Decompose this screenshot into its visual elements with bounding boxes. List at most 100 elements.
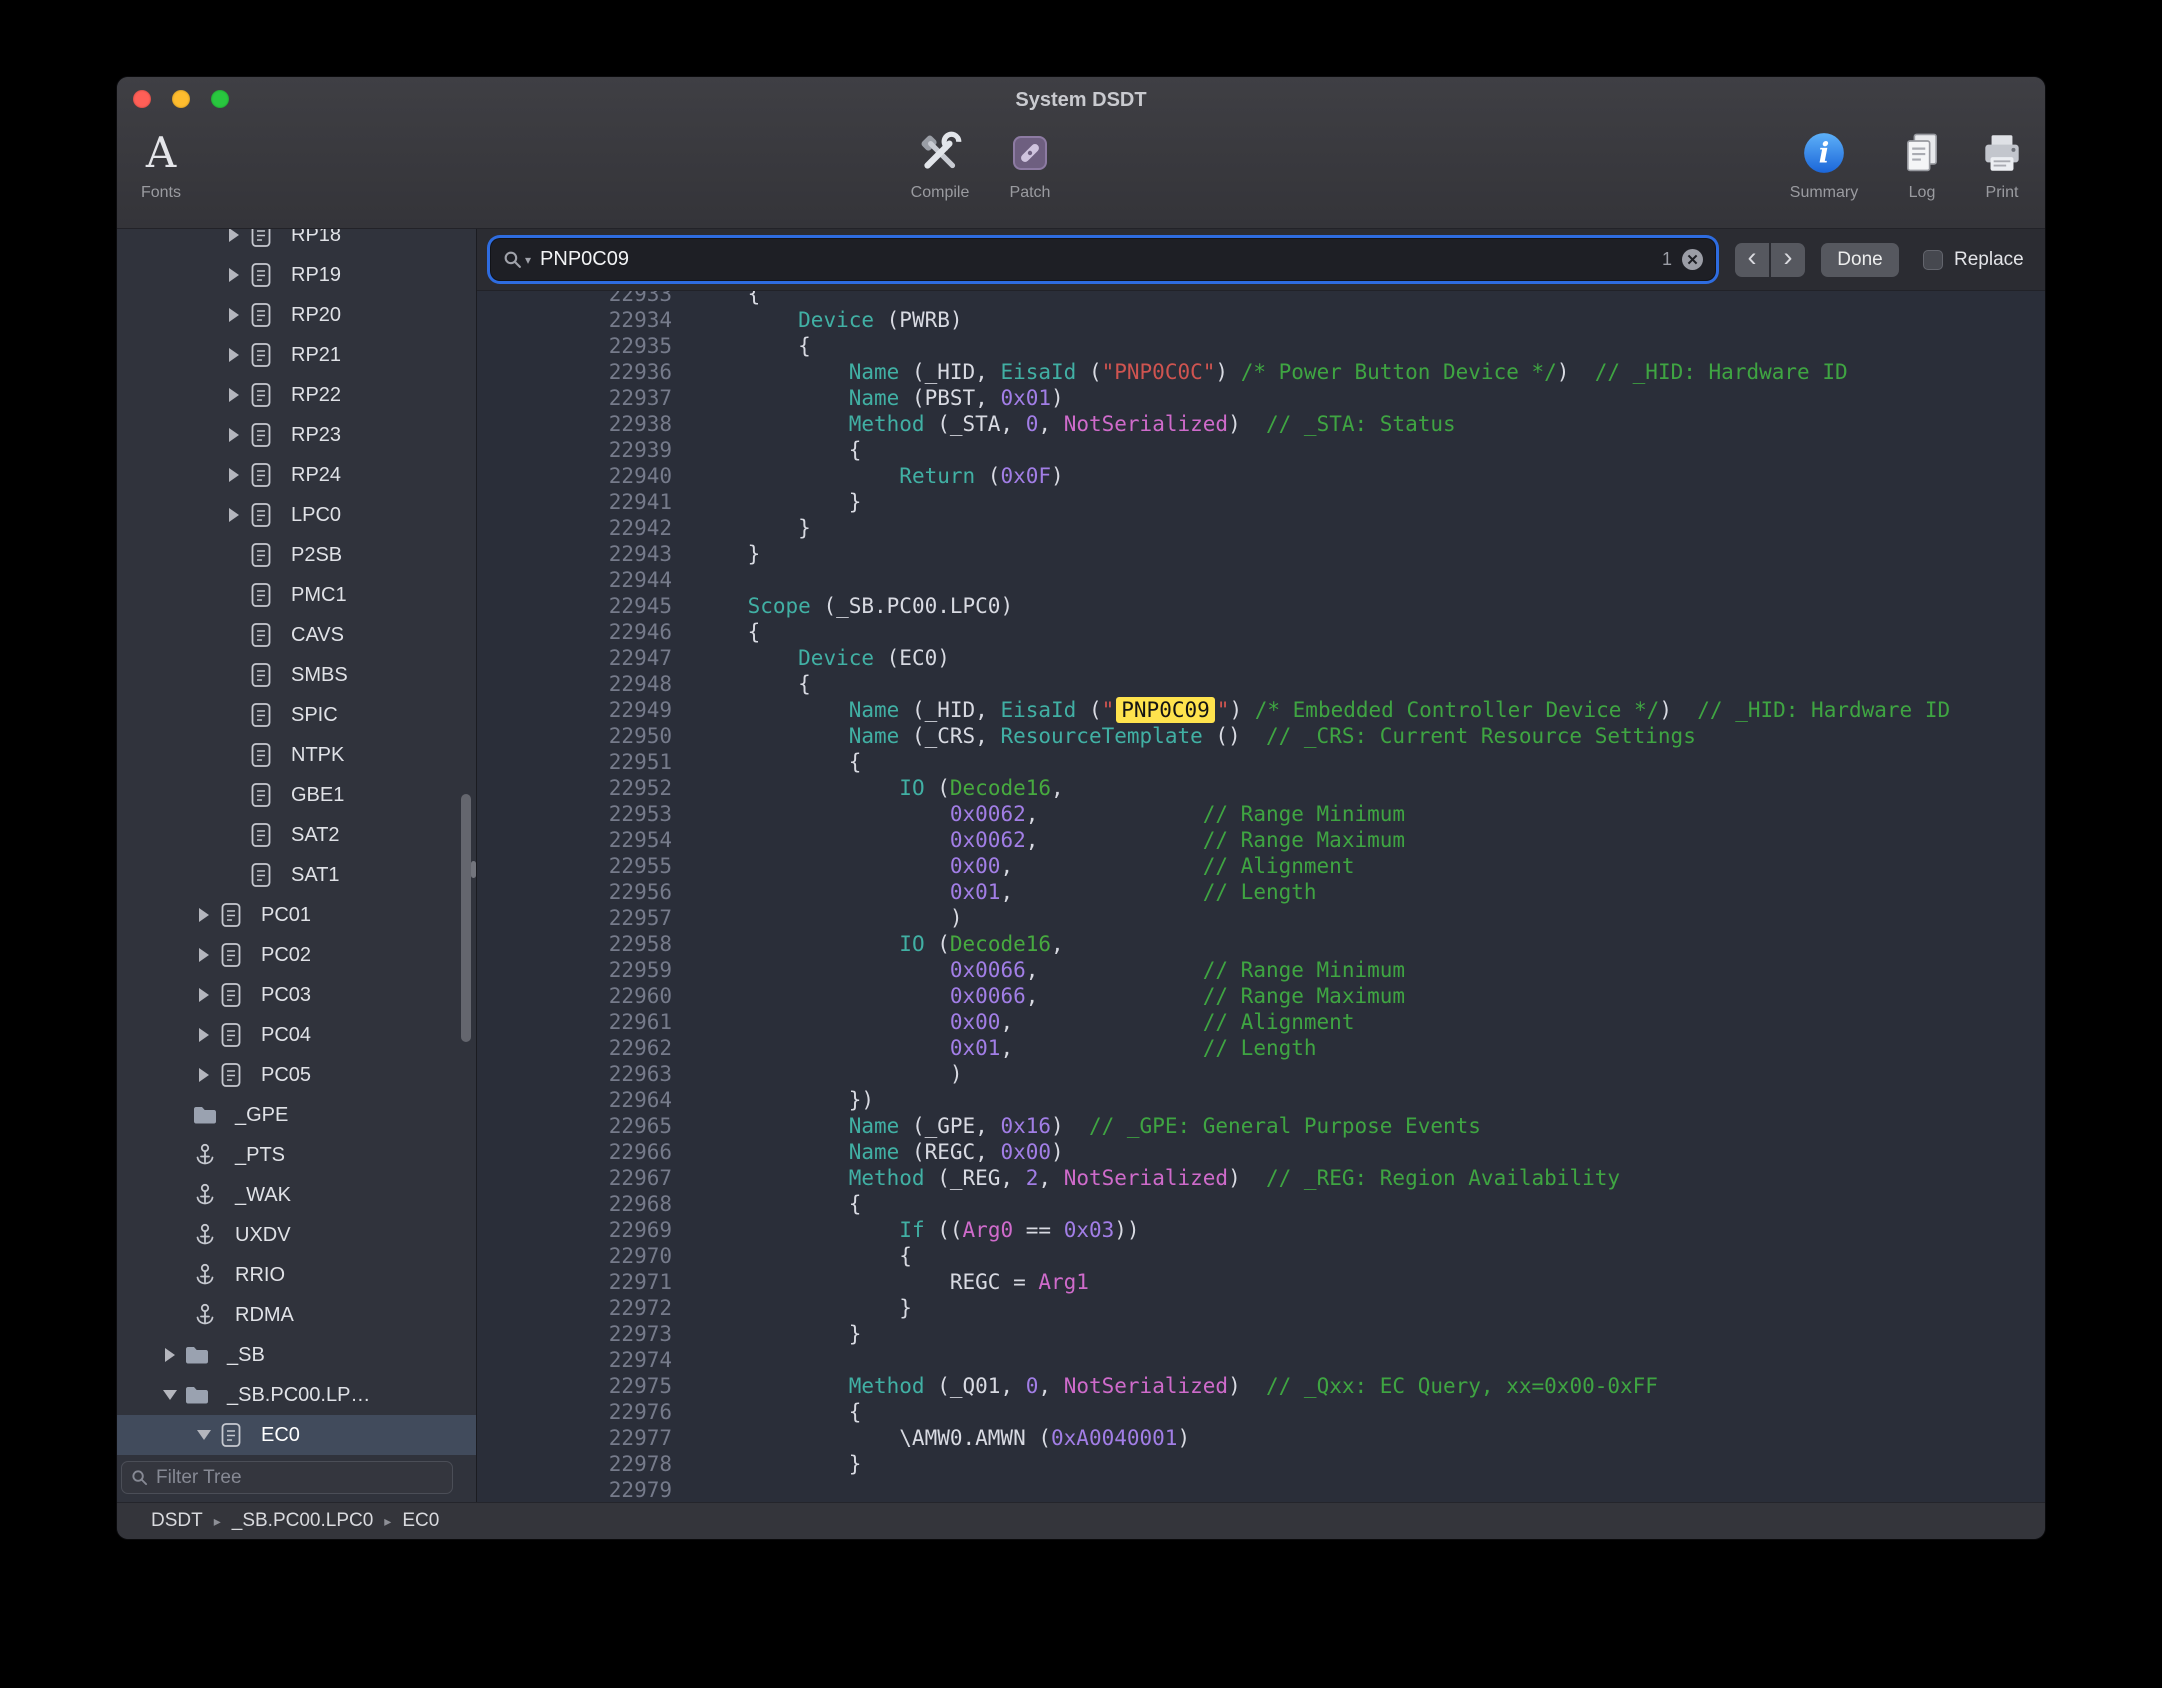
sidebar-item-pc03[interactable]: PC03 <box>117 975 476 1015</box>
replace-checkbox[interactable] <box>1923 250 1943 270</box>
method-icon <box>191 1141 219 1169</box>
sidebar-item-label: SAT1 <box>291 864 340 887</box>
disclosure-right-icon[interactable] <box>221 268 247 282</box>
code-line: 22936 Name (_HID, EisaId ("PNP0C0C") /* … <box>477 359 2045 385</box>
sidebar-item--wak[interactable]: _WAK <box>117 1175 476 1215</box>
sidebar-item-pc04[interactable]: PC04 <box>117 1015 476 1055</box>
sidebar-item-smbs[interactable]: SMBS <box>117 655 476 695</box>
sidebar-item-rp19[interactable]: RP19 <box>117 255 476 295</box>
sidebar-item-sat2[interactable]: SAT2 <box>117 815 476 855</box>
disclosure-down-icon[interactable] <box>157 1390 183 1400</box>
print-button[interactable]: Print <box>1960 123 2044 202</box>
match-count: 1 <box>1662 249 1672 270</box>
disclosure-right-icon[interactable] <box>157 1348 183 1362</box>
sidebar-item-spic[interactable]: SPIC <box>117 695 476 735</box>
sidebar-item-rp18[interactable]: RP18 <box>117 229 476 255</box>
sidebar-item-cavs[interactable]: CAVS <box>117 615 476 655</box>
sidebar-item-label: RRIO <box>235 1264 285 1287</box>
sidebar-item--gpe[interactable]: _GPE <box>117 1095 476 1135</box>
disclosure-right-icon[interactable] <box>221 468 247 482</box>
navigator-sidebar: RP18RP19RP20RP21RP22RP23RP24LPC0P2SBPMC1… <box>117 229 477 1504</box>
line-number: 22956 <box>477 880 672 904</box>
sidebar-item-ec0[interactable]: EC0 <box>117 1415 476 1455</box>
code-line-content: 0x0066, // Range Minimum <box>672 958 1405 982</box>
previous-match-button[interactable]: ‹ <box>1735 243 1769 277</box>
code-line-content: 0x01, // Length <box>672 1036 1317 1060</box>
clear-search-icon[interactable]: ✕ <box>1682 249 1703 270</box>
compile-button[interactable]: Compile <box>880 123 1000 202</box>
sidebar-item-rp21[interactable]: RP21 <box>117 335 476 375</box>
disclosure-right-icon[interactable] <box>221 229 247 242</box>
code-line-content: Name (_GPE, 0x16) // _GPE: General Purpo… <box>672 1114 1481 1138</box>
line-number: 22960 <box>477 984 672 1008</box>
code-line-content: Name (REGC, 0x00) <box>672 1140 1064 1164</box>
disclosure-right-icon[interactable] <box>221 428 247 442</box>
code-line-content: ) <box>672 906 963 930</box>
disclosure-right-icon[interactable] <box>191 948 217 962</box>
breadcrumb-item-dsdt[interactable]: DSDT <box>151 1510 203 1532</box>
sidebar-item-ntpk[interactable]: NTPK <box>117 735 476 775</box>
code-line: 22964 }) <box>477 1087 2045 1113</box>
sidebar-item-rp22[interactable]: RP22 <box>117 375 476 415</box>
sidebar-item-rp23[interactable]: RP23 <box>117 415 476 455</box>
sidebar-item-p2sb[interactable]: P2SB <box>117 535 476 575</box>
code-line-content: Name (_HID, EisaId ("PNP0C0C") /* Power … <box>672 360 1848 384</box>
sidebar-item-pc02[interactable]: PC02 <box>117 935 476 975</box>
disclosure-right-icon[interactable] <box>191 1068 217 1082</box>
sidebar-item-uxdv[interactable]: UXDV <box>117 1215 476 1255</box>
code-line-content: If ((Arg0 == 0x03)) <box>672 1218 1140 1242</box>
sidebar-item-rrio[interactable]: RRIO <box>117 1255 476 1295</box>
log-button[interactable]: Log <box>1880 123 1964 202</box>
code-line-content: IO (Decode16, <box>672 932 1064 956</box>
code-line-content: REGC = Arg1 <box>672 1270 1089 1294</box>
sidebar-item--pts[interactable]: _PTS <box>117 1135 476 1175</box>
patch-button[interactable]: Patch <box>985 123 1075 202</box>
sidebar-item-pc01[interactable]: PC01 <box>117 895 476 935</box>
sidebar-item-rp24[interactable]: RP24 <box>117 455 476 495</box>
summary-button[interactable]: i Summary <box>1774 123 1874 202</box>
search-scope-chevron-icon[interactable]: ▾ <box>525 253 531 267</box>
breadcrumb-item--sb-pc00-lpc0[interactable]: _SB.PC00.LPC0 <box>232 1510 374 1532</box>
doc-icon <box>217 1021 245 1049</box>
next-match-button[interactable]: › <box>1771 243 1805 277</box>
code-line: 22957 ) <box>477 905 2045 931</box>
sidebar-item-label: _WAK <box>235 1184 291 1207</box>
code-editor[interactable]: 22933 {22934 Device (PWRB)22935 {22936 N… <box>477 291 2045 1504</box>
sidebar-item--sb-pc00-lp-[interactable]: _SB.PC00.LP… <box>117 1375 476 1415</box>
line-number: 22943 <box>477 542 672 566</box>
disclosure-right-icon[interactable] <box>191 1028 217 1042</box>
disclosure-right-icon[interactable] <box>221 308 247 322</box>
line-number: 22944 <box>477 568 672 592</box>
code-line-content: Name (PBST, 0x01) <box>672 386 1064 410</box>
search-input[interactable]: ▾ PNP0C09 1 ✕ <box>491 239 1715 280</box>
disclosure-right-icon[interactable] <box>221 508 247 522</box>
code-line: 22977 \AMW0.AMWN (0xA0040001) <box>477 1425 2045 1451</box>
disclosure-right-icon[interactable] <box>191 908 217 922</box>
disclosure-down-icon[interactable] <box>191 1430 217 1440</box>
sidebar-item-lpc0[interactable]: LPC0 <box>117 495 476 535</box>
disclosure-right-icon[interactable] <box>221 348 247 362</box>
code-line: 22979 <box>477 1477 2045 1503</box>
pane-splitter-handle[interactable] <box>471 861 476 878</box>
sidebar-item--sb[interactable]: _SB <box>117 1335 476 1375</box>
sidebar-item-gbe1[interactable]: GBE1 <box>117 775 476 815</box>
filter-tree-field[interactable]: Filter Tree <box>121 1461 453 1494</box>
filter-placeholder: Filter Tree <box>156 1467 242 1489</box>
replace-toggle[interactable]: Replace <box>1923 249 2024 271</box>
breadcrumb-item-ec0[interactable]: EC0 <box>402 1510 439 1532</box>
sidebar-item-pmc1[interactable]: PMC1 <box>117 575 476 615</box>
line-number: 22953 <box>477 802 672 826</box>
sidebar-item-pc05[interactable]: PC05 <box>117 1055 476 1095</box>
disclosure-right-icon[interactable] <box>221 388 247 402</box>
code-line: 22938 Method (_STA, 0, NotSerialized) //… <box>477 411 2045 437</box>
sidebar-item-sat1[interactable]: SAT1 <box>117 855 476 895</box>
code-line: 22969 If ((Arg0 == 0x03)) <box>477 1217 2045 1243</box>
sidebar-item-rdma[interactable]: RDMA <box>117 1295 476 1335</box>
sidebar-item-label: _SB <box>227 1344 265 1367</box>
fonts-button[interactable]: A Fonts <box>121 123 201 202</box>
sidebar-item-rp20[interactable]: RP20 <box>117 295 476 335</box>
disclosure-right-icon[interactable] <box>191 988 217 1002</box>
done-button[interactable]: Done <box>1821 243 1899 277</box>
sidebar-scrollbar[interactable] <box>461 794 471 1042</box>
code-line-content: 0x0062, // Range Maximum <box>672 828 1405 852</box>
